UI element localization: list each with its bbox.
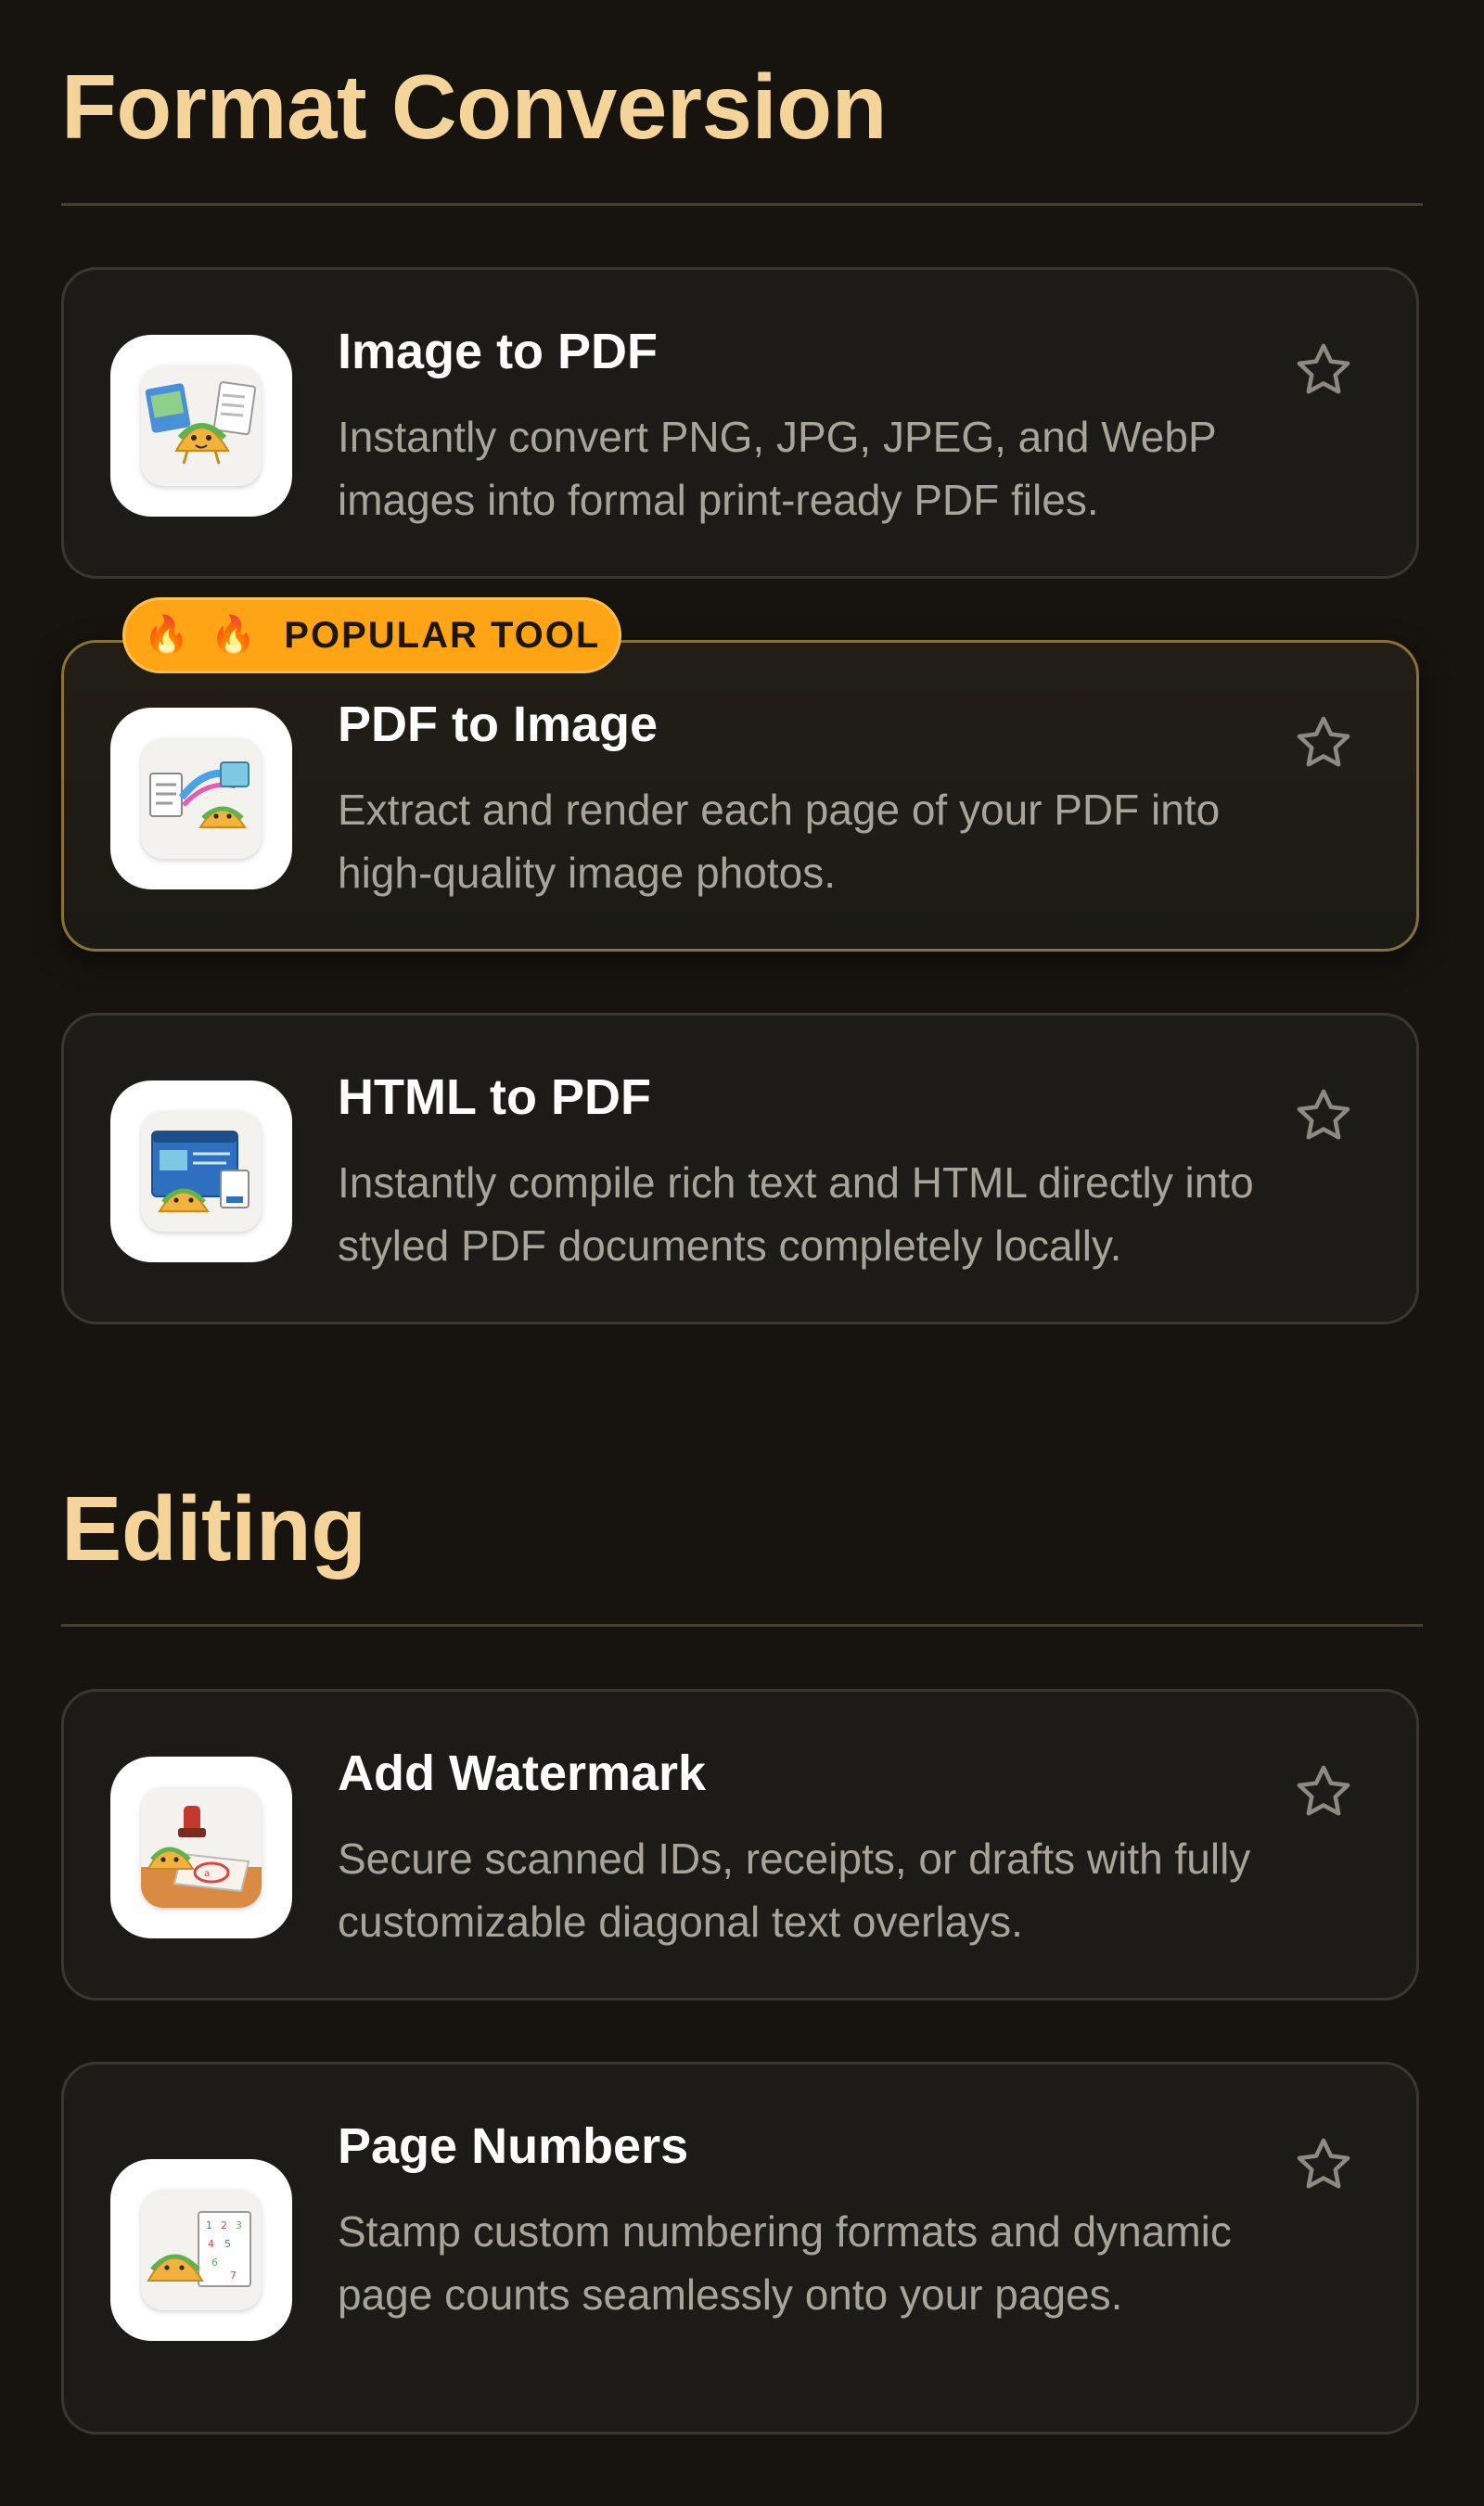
tool-icon-container: a bbox=[110, 1757, 292, 1938]
watermark-taco-icon: a bbox=[141, 1787, 262, 1908]
tool-card-add-watermark[interactable]: a Add Watermark Secure scanned IDs, rece… bbox=[61, 1689, 1419, 2001]
svg-text:a: a bbox=[204, 1869, 210, 1879]
tool-description: Stamp custom numbering formats and dynam… bbox=[338, 2207, 1232, 2319]
svg-text:2: 2 bbox=[221, 2219, 227, 2231]
svg-text:5: 5 bbox=[224, 2238, 231, 2250]
favorite-star-icon[interactable] bbox=[1292, 2133, 1355, 2196]
svg-text:7: 7 bbox=[230, 2269, 237, 2282]
svg-text:1: 1 bbox=[206, 2219, 212, 2231]
svg-text:3: 3 bbox=[236, 2219, 242, 2231]
tool-title: Image to PDF bbox=[338, 324, 659, 379]
image-to-pdf-taco-icon bbox=[141, 365, 262, 486]
tool-icon-container: 1 2 3 4 5 6 7 bbox=[110, 2159, 292, 2341]
tool-title: HTML to PDF bbox=[338, 1069, 651, 1125]
tool-card-html-to-pdf[interactable]: HTML to PDF Instantly compile rich text … bbox=[61, 1013, 1419, 1324]
pdf-to-image-taco-icon bbox=[141, 738, 262, 859]
section-divider bbox=[61, 1624, 1423, 1627]
section-title-editing: Editing bbox=[61, 1477, 366, 1579]
popular-tool-badge: 🔥 🔥 POPULAR TOOL bbox=[122, 597, 621, 673]
badge-label: POPULAR TOOL bbox=[284, 614, 601, 656]
fire-icon: 🔥 bbox=[143, 615, 190, 656]
tools-page: Format Conversion Image to PDF Instantly… bbox=[0, 0, 1484, 2506]
tool-title: Page Numbers bbox=[338, 2118, 689, 2174]
tool-description: Extract and render each page of your PDF… bbox=[338, 786, 1221, 897]
favorite-star-icon[interactable] bbox=[1292, 339, 1355, 402]
favorite-star-icon[interactable] bbox=[1292, 1760, 1355, 1823]
tool-icon-container bbox=[110, 1080, 292, 1262]
tool-description: Instantly convert PNG, JPG, JPEG, and We… bbox=[338, 413, 1216, 524]
fire-icon: 🔥 bbox=[210, 615, 257, 656]
tool-title: Add Watermark bbox=[338, 1745, 707, 1801]
tool-card-pdf-to-image[interactable]: PDF to Image Extract and render each pag… bbox=[61, 640, 1419, 952]
html-to-pdf-taco-icon bbox=[141, 1111, 262, 1232]
tool-description: Secure scanned IDs, receipts, or drafts … bbox=[338, 1835, 1251, 1946]
tool-card-image-to-pdf[interactable]: Image to PDF Instantly convert PNG, JPG,… bbox=[61, 267, 1419, 579]
tool-icon-container bbox=[110, 708, 292, 889]
tool-icon-container bbox=[110, 335, 292, 517]
favorite-star-icon[interactable] bbox=[1292, 1084, 1355, 1147]
section-title-format-conversion: Format Conversion bbox=[61, 56, 887, 158]
favorite-star-icon[interactable] bbox=[1292, 711, 1355, 774]
svg-text:4: 4 bbox=[208, 2238, 214, 2250]
section-divider bbox=[61, 203, 1423, 206]
tool-description: Instantly compile rich text and HTML dir… bbox=[338, 1158, 1254, 1270]
tool-card-page-numbers[interactable]: 1 2 3 4 5 6 7 Page Numbers Stamp custom … bbox=[61, 2062, 1419, 2435]
svg-text:6: 6 bbox=[211, 2257, 218, 2269]
tool-title: PDF to Image bbox=[338, 697, 659, 752]
page-numbers-taco-icon: 1 2 3 4 5 6 7 bbox=[141, 2190, 262, 2310]
